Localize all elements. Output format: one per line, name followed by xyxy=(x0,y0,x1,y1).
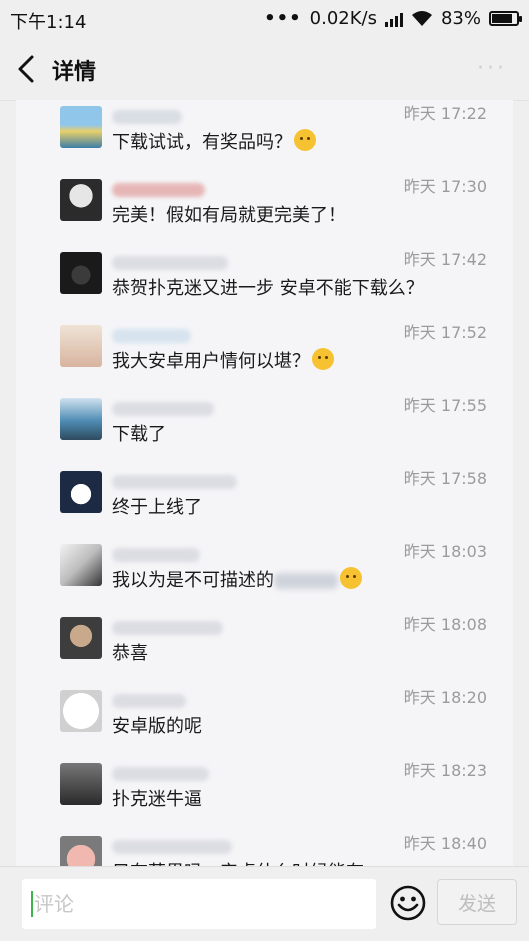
signal-bars-icon xyxy=(384,11,403,27)
smiley-icon xyxy=(390,885,426,921)
battery-icon xyxy=(489,11,522,26)
comment-item[interactable]: 昨天 17:55 下载了 xyxy=(16,392,513,465)
emoji-button[interactable] xyxy=(389,884,427,922)
username-blurred xyxy=(112,183,205,197)
comment-time: 昨天 17:42 xyxy=(403,250,487,269)
comment-text-content: 扑克迷牛逼 xyxy=(112,789,202,810)
comment-text-content: 下载了 xyxy=(112,424,166,445)
page-title: 详情 xyxy=(52,60,97,85)
comment-text-content: 恭贺扑克迷又进一步 安卓不能下载么？ xyxy=(112,278,424,299)
avatar[interactable] xyxy=(60,617,102,659)
comment-time: 昨天 18:08 xyxy=(403,615,487,634)
avatar[interactable] xyxy=(60,398,102,440)
status-bar: 下午1:14 ••• 0.02K/s 83% xyxy=(0,0,529,38)
avatar[interactable] xyxy=(60,544,102,586)
comment-time: 昨天 17:58 xyxy=(403,469,487,488)
username-blurred xyxy=(112,402,214,416)
avatar[interactable] xyxy=(60,179,102,221)
username-blurred xyxy=(112,840,232,854)
comment-detail-screen: 下午1:14 ••• 0.02K/s 83% 详情 ··· 昨天 17:22 下载… xyxy=(0,0,529,941)
comment-text: 我以为是不可描述的 xyxy=(112,566,362,592)
back-button[interactable] xyxy=(14,54,40,84)
comment-text: 安卓版的呢 xyxy=(112,712,202,738)
comment-item[interactable]: 昨天 17:22 下载试试，有奖品吗？ xyxy=(16,100,513,173)
comment-text: 恭贺扑克迷又进一步 安卓不能下载么？ xyxy=(112,274,424,300)
comment-time: 昨天 18:23 xyxy=(403,761,487,780)
comment-text-content: 完美！假如有局就更完美了！ xyxy=(112,205,346,226)
comment-item[interactable]: 昨天 17:42 恭贺扑克迷又进一步 安卓不能下载么？ xyxy=(16,246,513,319)
username-blurred xyxy=(112,329,191,343)
username-blurred xyxy=(112,694,186,708)
header: 详情 ··· xyxy=(0,38,529,101)
blurred-text xyxy=(274,573,338,589)
comment-text: 恭喜 xyxy=(112,639,148,665)
comment-item[interactable]: 昨天 18:03 我以为是不可描述的 xyxy=(16,538,513,611)
emoji-icon xyxy=(340,567,362,589)
username-blurred xyxy=(112,475,237,489)
more-button[interactable]: ··· xyxy=(477,56,507,81)
comment-item[interactable]: 昨天 18:40只有苹果吗，安卓什么时候能有 xyxy=(16,830,513,867)
avatar[interactable] xyxy=(60,106,102,148)
username-blurred xyxy=(112,767,209,781)
comment-item[interactable]: 昨天 18:20 安卓版的呢 xyxy=(16,684,513,757)
comment-time: 昨天 18:40 xyxy=(403,834,487,853)
comment-item[interactable]: 昨天 17:58 终于上线了 xyxy=(16,465,513,538)
comment-item[interactable]: 昨天 18:23 扑克迷牛逼 xyxy=(16,757,513,830)
comment-time: 昨天 18:20 xyxy=(403,688,487,707)
comment-item[interactable]: 昨天 18:08 恭喜 xyxy=(16,611,513,684)
battery-level xyxy=(492,14,512,23)
avatar[interactable] xyxy=(60,325,102,367)
comment-time: 昨天 17:55 xyxy=(403,396,487,415)
comment-item[interactable]: 昨天 17:30 完美！假如有局就更完美了！ xyxy=(16,173,513,246)
username-blurred xyxy=(112,621,223,635)
status-time: 下午1:14 xyxy=(10,12,87,33)
comment-text-content: 恭喜 xyxy=(112,643,148,664)
comment-time: 昨天 18:03 xyxy=(403,542,487,561)
comment-input-bar: 发送 xyxy=(0,866,529,941)
avatar[interactable] xyxy=(60,836,102,867)
comment-text-content: 我大安卓用户情何以堪？ xyxy=(112,351,310,372)
signal-dots: ••• xyxy=(264,8,302,29)
wifi-icon xyxy=(411,10,432,26)
comment-text-content: 我以为是不可描述的 xyxy=(112,570,274,591)
network-speed: 0.02K/s xyxy=(309,8,377,29)
send-button[interactable]: 发送 xyxy=(437,879,517,925)
comment-text-content: 下载试试，有奖品吗？ xyxy=(112,132,292,153)
status-indicators: ••• 0.02K/s 83% xyxy=(264,8,522,29)
username-blurred xyxy=(112,110,182,124)
comment-text: 下载试试，有奖品吗？ xyxy=(112,128,316,154)
avatar[interactable] xyxy=(60,471,102,513)
comment-text-content: 终于上线了 xyxy=(112,497,202,518)
comment-text: 扑克迷牛逼 xyxy=(112,785,202,811)
comment-text: 我大安卓用户情何以堪？ xyxy=(112,347,334,373)
chevron-left-icon xyxy=(18,55,34,83)
comment-item[interactable]: 昨天 17:52 我大安卓用户情何以堪？ xyxy=(16,319,513,392)
comment-time: 昨天 17:30 xyxy=(403,177,487,196)
username-blurred xyxy=(112,548,200,562)
comment-time: 昨天 17:52 xyxy=(403,323,487,342)
comment-text-content: 安卓版的呢 xyxy=(112,716,202,737)
comment-text: 终于上线了 xyxy=(112,493,202,519)
emoji-icon xyxy=(312,348,334,370)
text-cursor xyxy=(31,891,33,917)
comment-text: 完美！假如有局就更完美了！ xyxy=(112,201,346,227)
comment-text: 下载了 xyxy=(112,420,166,446)
comments-list[interactable]: 昨天 17:22 下载试试，有奖品吗？ 昨天 17:30 完美！假如有局就更完美了！昨… xyxy=(16,100,513,867)
avatar[interactable] xyxy=(60,763,102,805)
avatar[interactable] xyxy=(60,690,102,732)
avatar[interactable] xyxy=(60,252,102,294)
battery-percent: 83% xyxy=(440,8,481,29)
emoji-icon xyxy=(294,129,316,151)
username-blurred xyxy=(112,256,228,270)
comment-input[interactable] xyxy=(22,879,376,929)
comment-time: 昨天 17:22 xyxy=(403,104,487,123)
